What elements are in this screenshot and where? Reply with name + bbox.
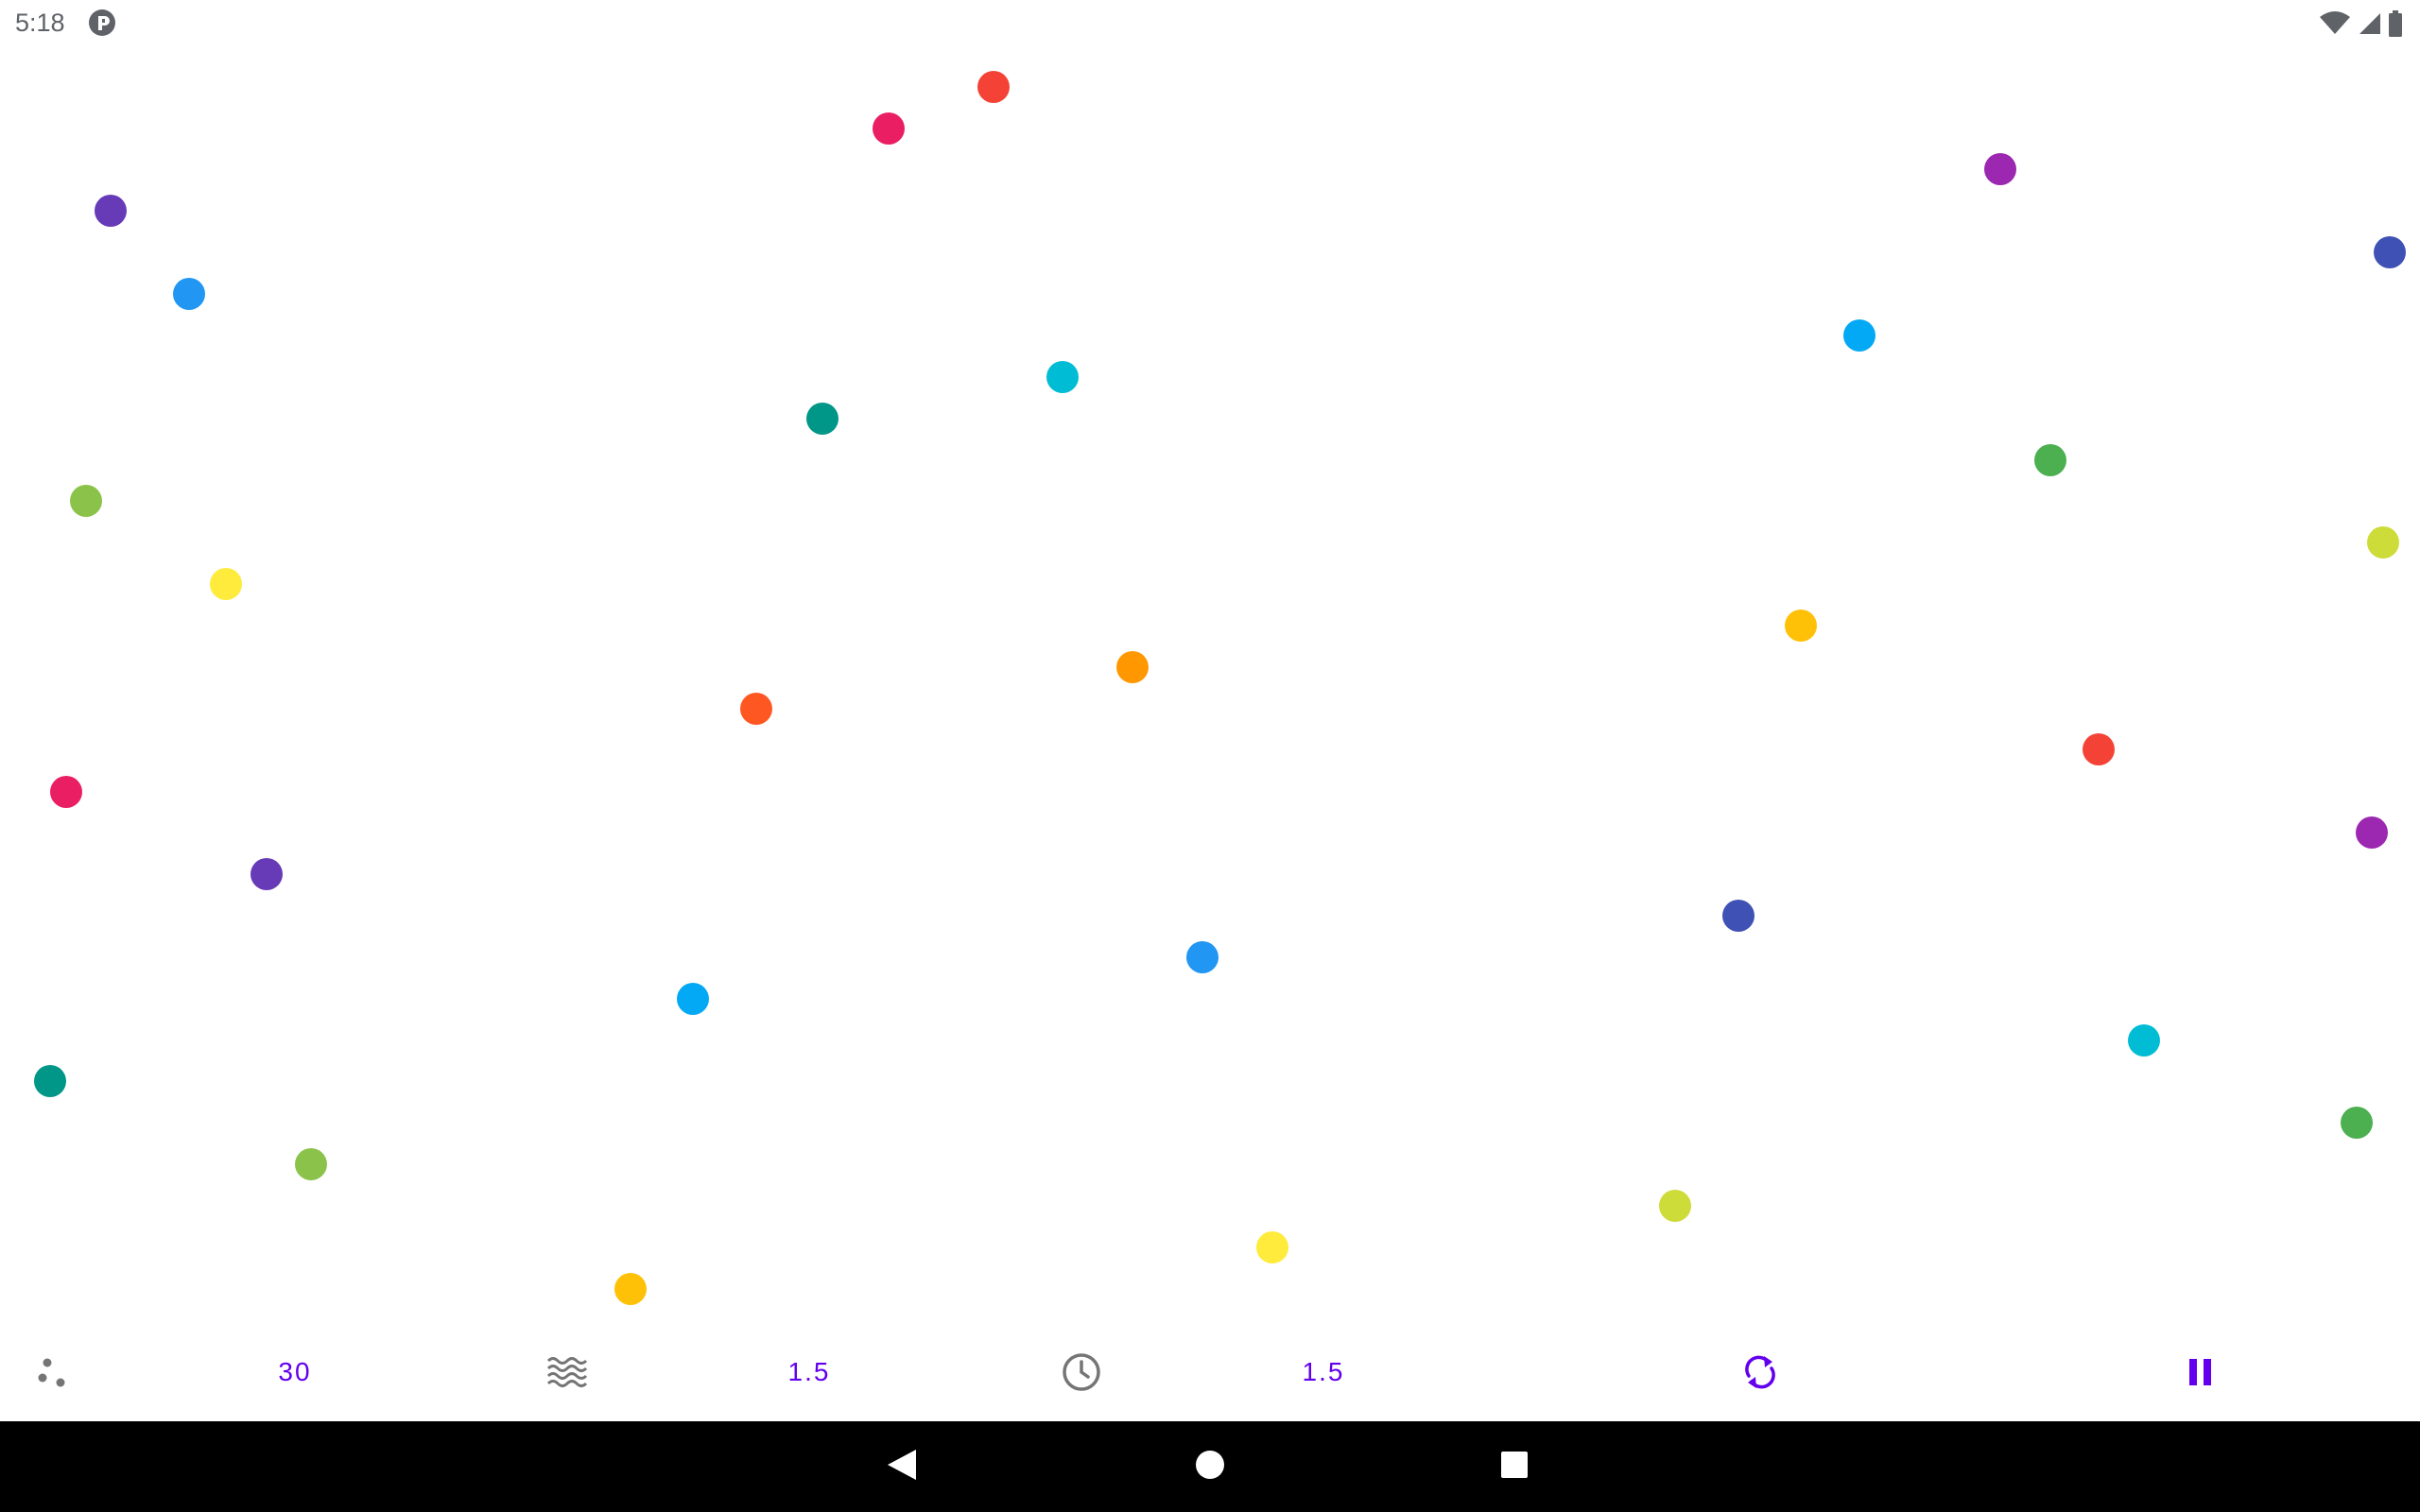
particle-dot bbox=[2341, 1107, 2373, 1139]
status-icons bbox=[2320, 9, 2403, 38]
particle-dot bbox=[1659, 1190, 1691, 1222]
scatter-dots-icon bbox=[36, 1355, 70, 1389]
particle-dot bbox=[1256, 1231, 1288, 1263]
speed-value-control[interactable]: 1.5 bbox=[1276, 1323, 1371, 1421]
particle-dot bbox=[95, 195, 127, 227]
particle-dot bbox=[806, 403, 838, 435]
particle-dot bbox=[251, 858, 283, 890]
particle-dot bbox=[1046, 361, 1079, 393]
particle-dot bbox=[1785, 610, 1817, 642]
status-time: 5:18 bbox=[15, 9, 65, 37]
nav-back-button[interactable] bbox=[864, 1421, 940, 1512]
cell-signal-icon bbox=[2358, 11, 2380, 36]
particle-dot bbox=[2356, 816, 2388, 849]
waves-icon bbox=[546, 1355, 588, 1389]
particle-dot bbox=[2083, 733, 2115, 765]
particle-dot bbox=[2034, 444, 2066, 476]
particle-dot bbox=[740, 693, 772, 725]
particle-dot bbox=[295, 1148, 327, 1180]
refresh-icon bbox=[1740, 1352, 1780, 1392]
particle-dot bbox=[34, 1065, 66, 1097]
particle-dot bbox=[173, 278, 205, 310]
refresh-button[interactable] bbox=[1722, 1323, 1798, 1421]
particle-dot bbox=[2128, 1024, 2160, 1057]
control-bar: 30 1.5 1.5 bbox=[0, 1323, 2420, 1421]
particle-dot bbox=[70, 485, 102, 517]
wave-value-control[interactable]: 1.5 bbox=[762, 1323, 856, 1421]
particle-dot bbox=[1843, 319, 1876, 352]
pause-button[interactable] bbox=[2163, 1323, 2238, 1421]
back-triangle-icon bbox=[886, 1448, 918, 1486]
clock-icon bbox=[1062, 1352, 1101, 1392]
screen: 5:18 30 1.5 1.5 bbox=[0, 0, 2420, 1512]
status-bar: 5:18 bbox=[0, 0, 2420, 45]
particle-canvas[interactable] bbox=[0, 45, 2420, 1323]
particle-dot bbox=[2367, 526, 2399, 558]
nav-home-button[interactable] bbox=[1172, 1421, 1248, 1512]
wifi-icon bbox=[2320, 11, 2350, 36]
wave-value: 1.5 bbox=[787, 1357, 831, 1386]
particle-dot bbox=[873, 112, 905, 145]
particle-dot bbox=[677, 983, 709, 1015]
nav-recents-button[interactable] bbox=[1477, 1421, 1552, 1512]
particle-dot bbox=[50, 776, 82, 808]
pause-icon bbox=[2187, 1357, 2214, 1387]
app-notification-icon bbox=[88, 9, 116, 37]
particle-dot bbox=[1722, 900, 1754, 932]
particle-dot bbox=[1186, 941, 1219, 973]
particle-dot bbox=[2374, 236, 2406, 268]
recents-square-icon bbox=[1499, 1450, 1530, 1485]
particle-count-value: 30 bbox=[278, 1357, 312, 1386]
particle-dot bbox=[977, 71, 1010, 103]
particles-button[interactable] bbox=[19, 1323, 87, 1421]
particle-dot bbox=[210, 568, 242, 600]
home-circle-icon bbox=[1195, 1450, 1225, 1485]
particle-dot bbox=[1116, 651, 1149, 683]
navigation-bar bbox=[0, 1421, 2420, 1512]
particle-dot bbox=[1984, 153, 2016, 185]
battery-icon bbox=[2388, 10, 2403, 37]
timer-button[interactable] bbox=[1044, 1323, 1119, 1421]
particle-count-control[interactable]: 30 bbox=[248, 1323, 342, 1421]
particle-dot bbox=[614, 1273, 647, 1305]
waves-button[interactable] bbox=[529, 1323, 605, 1421]
speed-value: 1.5 bbox=[1302, 1357, 1345, 1386]
